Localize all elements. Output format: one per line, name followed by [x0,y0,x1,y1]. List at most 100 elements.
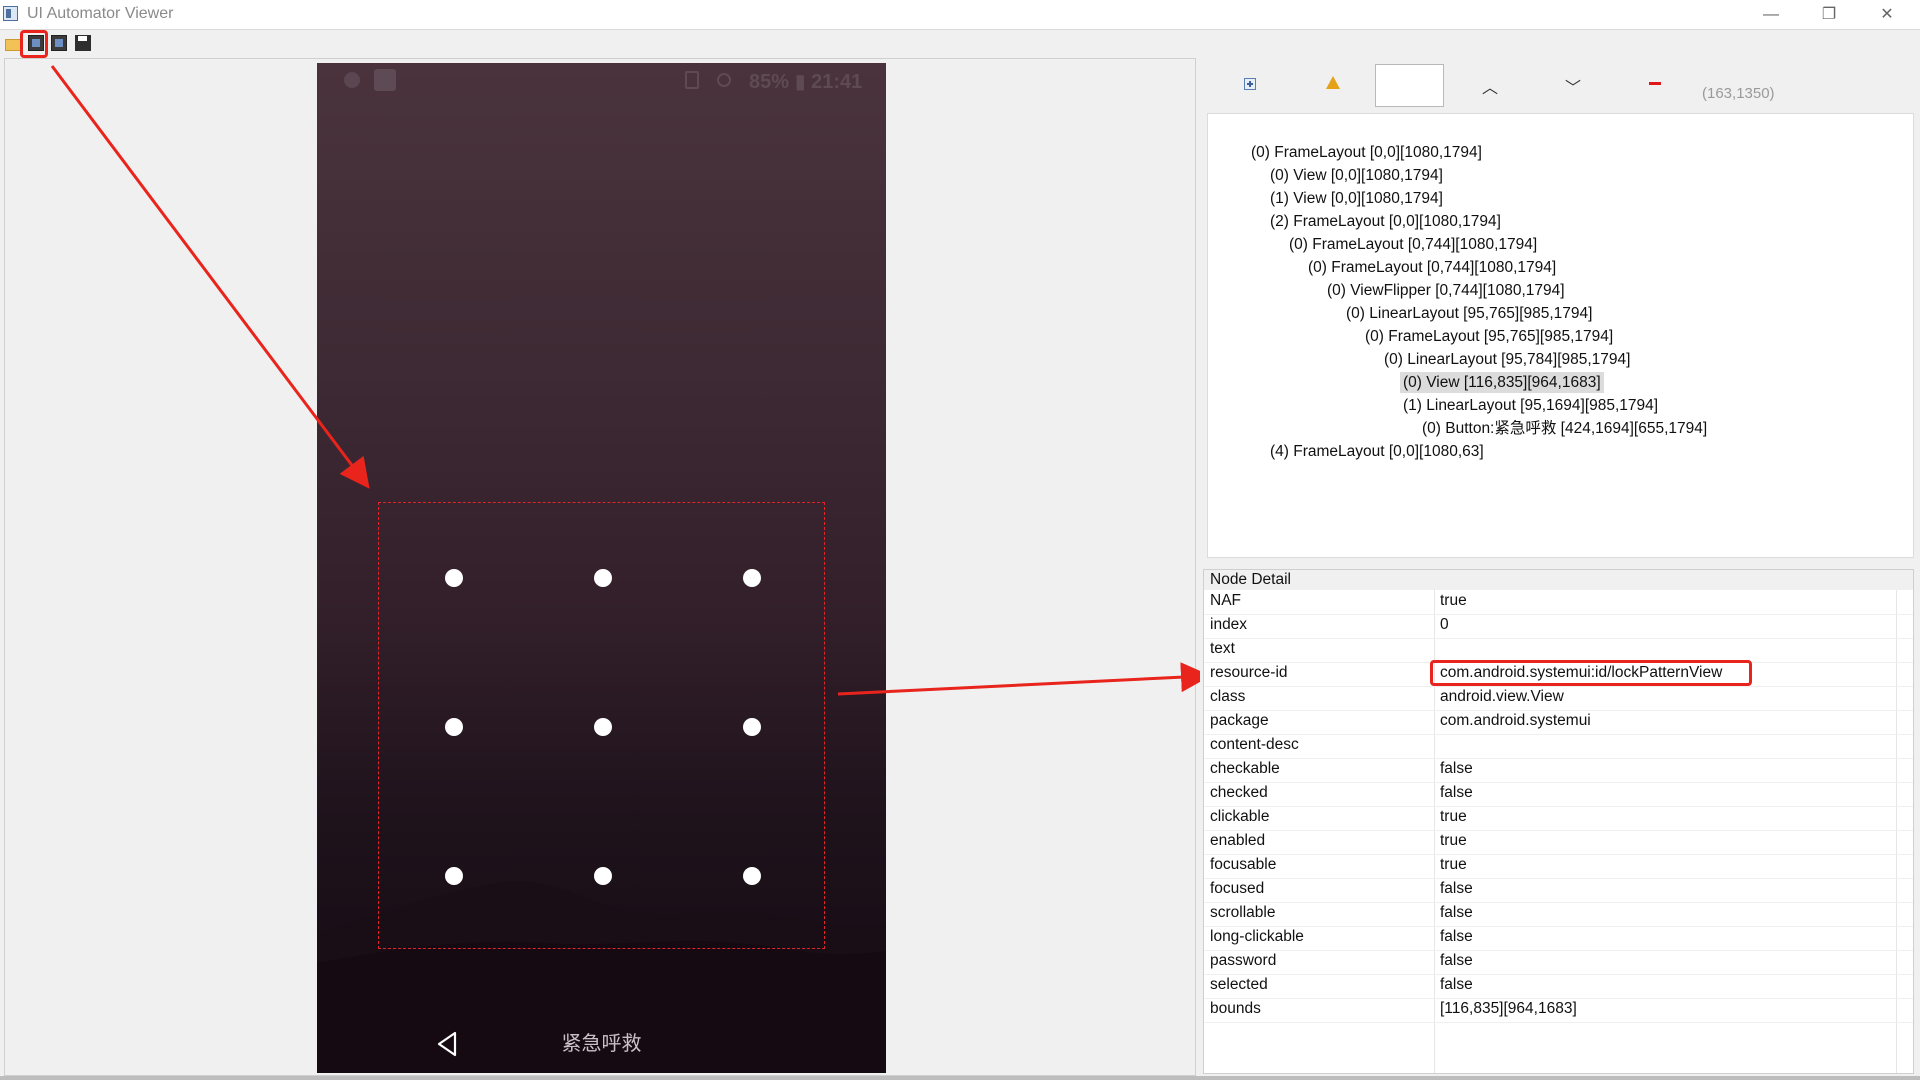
detail-key: scrollable [1210,904,1276,921]
detail-key: long-clickable [1210,928,1304,945]
save-icon[interactable] [75,35,91,51]
detail-row[interactable]: checkable false [1204,758,1913,783]
coordinates-readout: (163,1350) [1702,85,1775,102]
detail-key: focused [1210,880,1265,897]
warning-icon[interactable] [1326,76,1340,89]
detail-value: [116,835][964,1683] [1440,1000,1577,1017]
detail-row[interactable]: enabled true [1204,830,1913,855]
detail-row[interactable]: focused false [1204,878,1913,903]
app-icon [3,6,18,21]
detail-value: 0 [1440,616,1449,633]
main-toolbar [0,30,1920,57]
detail-row[interactable]: index 0 [1204,614,1913,639]
detail-row[interactable]: class android.view.View [1204,686,1913,711]
emergency-call-button[interactable]: 紧急呼救 [317,1027,886,1056]
toolbar-annotation-box [20,30,48,58]
tree-node[interactable]: (0) FrameLayout [0,0][1080,1794] [1248,142,1485,163]
detail-value: false [1440,904,1473,921]
detail-row[interactable]: bounds [116,835][964,1683] [1204,998,1913,1023]
detail-row[interactable]: long-clickable false [1204,926,1913,951]
detail-value: false [1440,760,1473,777]
detail-value: android.view.View [1440,688,1564,705]
pattern-dot[interactable] [445,718,463,736]
detail-row[interactable]: package com.android.systemui [1204,710,1913,735]
detail-value: false [1440,952,1473,969]
detail-key: enabled [1210,832,1266,849]
detail-row[interactable]: selected false [1204,974,1913,999]
detail-key: bounds [1210,1000,1261,1017]
detail-value: true [1440,832,1467,849]
battery-time-text: 85% ▮ 21:41 [749,71,863,93]
detail-row[interactable]: focusable true [1204,854,1913,879]
detail-key: class [1210,688,1246,705]
tree-node[interactable]: (0) FrameLayout [0,744][1080,1794] [1305,257,1559,278]
pattern-dot[interactable] [594,718,612,736]
detail-key: content-desc [1210,736,1299,753]
detail-key: NAF [1210,592,1241,609]
detail-value: false [1440,976,1473,993]
close-button[interactable]: ✕ [1858,0,1916,29]
detail-value: true [1440,808,1467,825]
hierarchy-tree[interactable]: (0) FrameLayout [0,0][1080,1794] (0) View… [1207,113,1914,558]
detail-key: focusable [1210,856,1277,873]
tree-node[interactable]: (0) FrameLayout [0,744][1080,1794] [1286,234,1540,255]
detail-row[interactable]: NAF true [1204,590,1913,615]
tree-node[interactable]: (0) LinearLayout [95,765][985,1794] [1343,303,1595,324]
detail-row[interactable]: clickable true [1204,806,1913,831]
device-screenshot[interactable]: 85% ▮ 21:41 紧急呼救 [317,63,886,1073]
tree-node[interactable]: (4) FrameLayout [0,0][1080,63] [1267,441,1487,462]
bottom-edge [0,1076,1920,1080]
node-detail-header: Node Detail [1204,570,1913,590]
detail-value: true [1440,592,1467,609]
tree-node[interactable]: (0) View [0,0][1080,1794] [1267,165,1446,186]
detail-row[interactable]: checked false [1204,782,1913,807]
detail-row[interactable]: content-desc [1204,734,1913,759]
pattern-dot[interactable] [743,718,761,736]
window-title: UI Automator Viewer [27,5,174,22]
tree-node[interactable]: (0) ViewFlipper [0,744][1080,1794] [1324,280,1568,301]
tree-node[interactable]: (2) FrameLayout [0,0][1080,1794] [1267,211,1504,232]
detail-key: clickable [1210,808,1270,825]
detail-key: resource-id [1210,664,1288,681]
detail-key: package [1210,712,1269,729]
expand-all-icon[interactable] [1244,78,1256,90]
tree-node[interactable]: (0) FrameLayout [95,765][985,1794] [1362,326,1616,347]
ring-icon [717,73,731,87]
detail-key: checked [1210,784,1268,801]
title-bar: UI Automator Viewer — ❐ ✕ [0,0,1920,30]
minimize-button[interactable]: — [1742,0,1800,29]
open-icon[interactable] [5,39,21,51]
node-detail-table: Node Detail NAF true index 0 text resource-id… [1203,569,1914,1074]
tree-node[interactable]: (0) Button:紧急呼救 [424,1694][655,1794] [1419,418,1710,439]
pattern-dot[interactable] [445,569,463,587]
pattern-dot[interactable] [743,867,761,885]
detail-key: password [1210,952,1277,969]
pattern-dot[interactable] [743,569,761,587]
pattern-dot[interactable] [445,867,463,885]
pattern-dot[interactable] [594,867,612,885]
pattern-dot[interactable] [594,569,612,587]
chevron-up-icon[interactable]: ︿ [1482,74,1498,98]
detail-value: com.android.systemui [1440,712,1591,729]
search-input[interactable] [1375,64,1444,107]
device-screenshot-compressed-icon[interactable] [51,35,67,51]
detail-key: selected [1210,976,1268,993]
detail-row[interactable]: scrollable false [1204,902,1913,927]
tree-node[interactable]: (1) View [0,0][1080,1794] [1267,188,1446,209]
detail-value: false [1440,784,1473,801]
lock-pattern-view[interactable] [378,502,825,949]
tree-toolbar: ︿ ﹀ (163,1350) [1200,58,1916,110]
clear-icon[interactable] [1649,82,1661,85]
tree-node[interactable]: (0) View [116,835][964,1683] [1400,372,1604,393]
app-notification-icon [374,69,396,91]
chevron-down-icon[interactable]: ﹀ [1565,74,1581,98]
detail-row[interactable]: password false [1204,950,1913,975]
tree-node[interactable]: (1) LinearLayout [95,1694][985,1794] [1400,395,1661,416]
notification-icon [344,72,360,88]
back-icon[interactable] [433,1029,463,1059]
status-bar: 85% ▮ 21:41 [317,63,886,97]
tree-node[interactable]: (0) LinearLayout [95,784][985,1794] [1381,349,1633,370]
detail-key: index [1210,616,1248,633]
detail-value: true [1440,856,1467,873]
restore-button[interactable]: ❐ [1800,0,1858,29]
